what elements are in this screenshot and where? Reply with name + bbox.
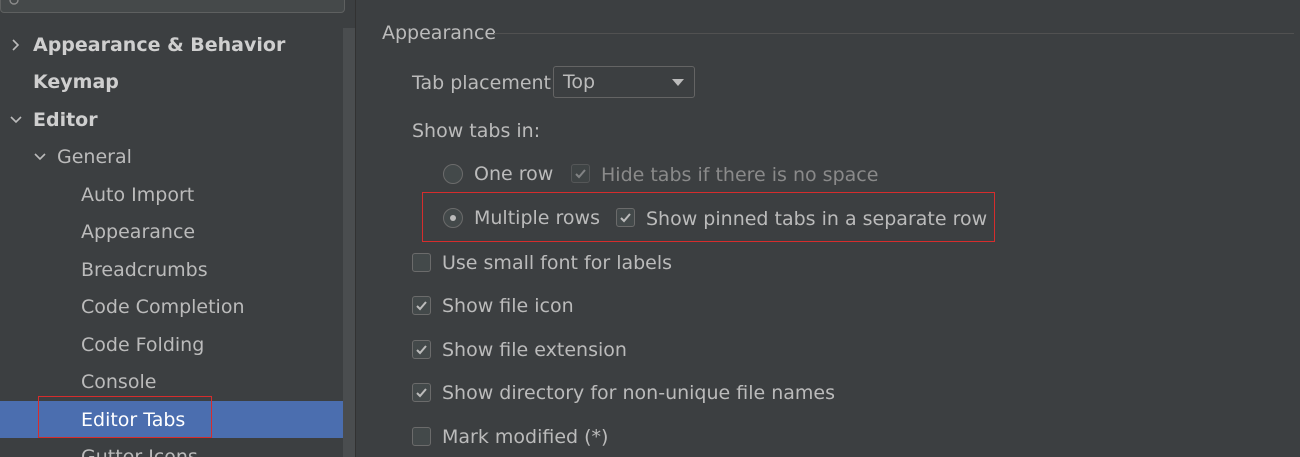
hide-tabs-label: Hide tabs if there is no space xyxy=(601,164,879,186)
chevron-down-icon xyxy=(10,116,22,124)
small-font-checkbox[interactable] xyxy=(412,253,431,272)
mark-modified-label: Mark modified (*) xyxy=(442,426,609,448)
sidebar-scrollbar[interactable] xyxy=(343,28,355,457)
mark-modified-checkbox[interactable] xyxy=(412,427,431,446)
tab-placement-dropdown[interactable]: Top xyxy=(553,66,695,98)
tree-item-label: Gutter Icons xyxy=(81,445,198,457)
chevron-down-icon xyxy=(34,153,46,161)
tree-item-editor-tabs[interactable]: Editor Tabs xyxy=(0,401,355,438)
tree-item-auto-import[interactable]: Auto Import xyxy=(0,176,343,213)
checkmark-icon xyxy=(416,345,427,355)
tree-item-gutter-icons[interactable]: Gutter Icons xyxy=(0,438,343,457)
tab-placement-value: Top xyxy=(563,71,596,93)
tree-item-label: Editor xyxy=(33,108,98,131)
tree-item-label: Appearance & Behavior xyxy=(33,33,286,56)
editor-tabs-settings-panel: Appearance Tab placement: Top Show tabs … xyxy=(356,0,1300,457)
tab-placement-label: Tab placement: xyxy=(412,72,558,94)
tree-item-label: Auto Import xyxy=(81,183,195,206)
small-font-label: Use small font for labels xyxy=(442,252,673,274)
one-row-label: One row xyxy=(474,163,554,185)
show-pinned-tabs-checkbox[interactable] xyxy=(616,208,635,227)
tree-item-appearance[interactable]: Appearance xyxy=(0,213,343,250)
tree-item-label: Breadcrumbs xyxy=(81,258,208,281)
hide-tabs-checkbox[interactable] xyxy=(571,164,590,183)
section-title: Appearance xyxy=(382,22,497,44)
tree-item-general[interactable]: General xyxy=(0,138,343,175)
tree-item-console[interactable]: Console xyxy=(0,363,343,400)
checkmark-icon xyxy=(416,301,427,311)
show-directory-checkbox[interactable] xyxy=(412,383,431,402)
tree-item-label: Console xyxy=(81,370,157,393)
show-file-extension-checkbox[interactable] xyxy=(412,340,431,359)
show-pinned-tabs-label: Show pinned tabs in a separate row xyxy=(646,208,988,230)
show-file-extension-label: Show file extension xyxy=(442,339,627,361)
search-icon xyxy=(9,0,19,5)
tree-item-code-folding[interactable]: Code Folding xyxy=(0,326,343,363)
tree-item-label: Code Completion xyxy=(81,295,245,318)
tree-item-label: General xyxy=(57,145,132,168)
chevron-right-icon xyxy=(12,39,20,51)
settings-sidebar: Appearance & Behavior Keymap Editor Gene… xyxy=(0,0,356,457)
multiple-rows-label: Multiple rows xyxy=(474,207,600,229)
settings-search-input[interactable] xyxy=(0,0,345,13)
tree-item-appearance-behavior[interactable]: Appearance & Behavior xyxy=(0,26,343,63)
show-directory-label: Show directory for non-unique file names xyxy=(442,382,836,404)
section-separator xyxy=(494,33,1294,34)
show-tabs-in-label: Show tabs in: xyxy=(412,120,541,142)
checkmark-icon xyxy=(575,169,586,179)
tree-item-breadcrumbs[interactable]: Breadcrumbs xyxy=(0,251,343,288)
multiple-rows-radio[interactable] xyxy=(443,208,463,228)
one-row-radio[interactable] xyxy=(443,164,463,184)
checkmark-icon xyxy=(416,388,427,398)
show-file-icon-label: Show file icon xyxy=(442,295,574,317)
checkmark-icon xyxy=(620,213,631,223)
tree-item-label: Code Folding xyxy=(81,333,205,356)
show-file-icon-checkbox[interactable] xyxy=(412,296,431,315)
tree-item-keymap[interactable]: Keymap xyxy=(0,63,343,100)
tree-item-editor[interactable]: Editor xyxy=(0,101,343,138)
tree-item-code-completion[interactable]: Code Completion xyxy=(0,288,343,325)
tree-item-label: Editor Tabs xyxy=(81,408,186,431)
tree-item-label: Keymap xyxy=(33,70,119,93)
tree-item-label: Appearance xyxy=(81,220,196,243)
dropdown-arrow-icon xyxy=(672,79,684,86)
